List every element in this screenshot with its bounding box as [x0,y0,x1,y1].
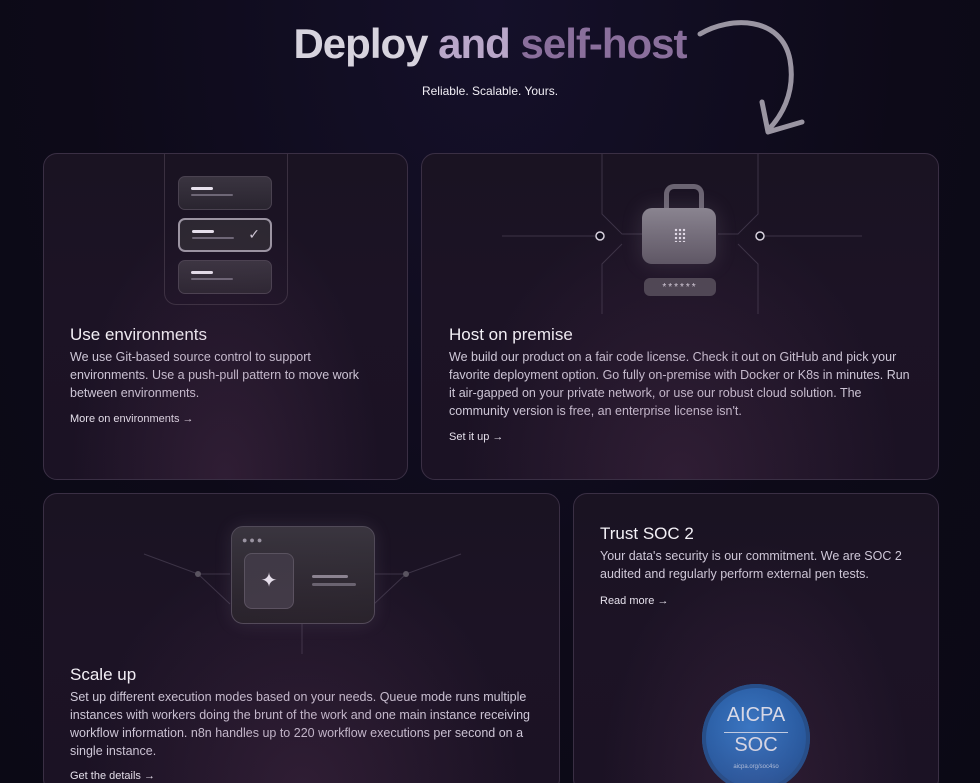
card-trust-soc2: Trust SOC 2 Your data's security is our … [573,493,939,783]
hero-title-part3: self-host [520,20,688,67]
get-the-details-link[interactable]: Get the details → [70,770,155,782]
badge-bottom-text: SOC [734,734,778,756]
curved-arrow-icon [697,20,805,135]
sparkle-icon: ✦ [244,553,294,609]
window-dots: ●●● [242,535,265,545]
card-body: Your data's security is our commitment. … [600,549,902,581]
card-body: Set up different execution modes based o… [70,690,530,758]
hero-title: Deploy and self-host [0,20,980,68]
card-body: We use Git-based source control to suppo… [70,350,360,400]
card-title: Trust SOC 2 [600,524,694,543]
card-scale-up: ●●● ✦ Scale up Set up different executio… [43,493,560,783]
card-title: Scale up [70,665,137,684]
page: Deploy and self-host Reliable. Scalable.… [0,0,980,783]
environment-item [178,260,272,294]
password-field: ****** [644,278,716,296]
aicpa-soc-badge: AICPA SOC aicpa.org/soc4so [702,684,810,783]
hero-title-part1: Deploy [293,20,428,67]
environment-item-selected: ✓ [178,218,272,252]
hero-subtitle: Reliable. Scalable. Yours. [421,84,559,98]
badge-url: aicpa.org/soc4so [733,764,779,770]
card-title: Use environments [70,325,208,344]
hero-title-part2: and [438,20,511,67]
card-body: We build our product on a fair code lice… [449,350,910,418]
more-on-environments-link[interactable]: More on environments → [70,413,194,425]
environment-item [178,176,272,210]
card-environments: ✓ Use environments We use Git-based sour… [43,153,408,480]
card-title: Host on premise [449,325,573,344]
read-more-link[interactable]: Read more → [600,595,668,607]
check-icon: ✓ [248,226,260,242]
set-it-up-link[interactable]: Set it up → [449,431,503,443]
app-window: ●●● ✦ [231,526,375,624]
card-host-on-premise: ****** Host on premise We build our prod… [421,153,939,480]
badge-top-text: AICPA [726,704,786,726]
